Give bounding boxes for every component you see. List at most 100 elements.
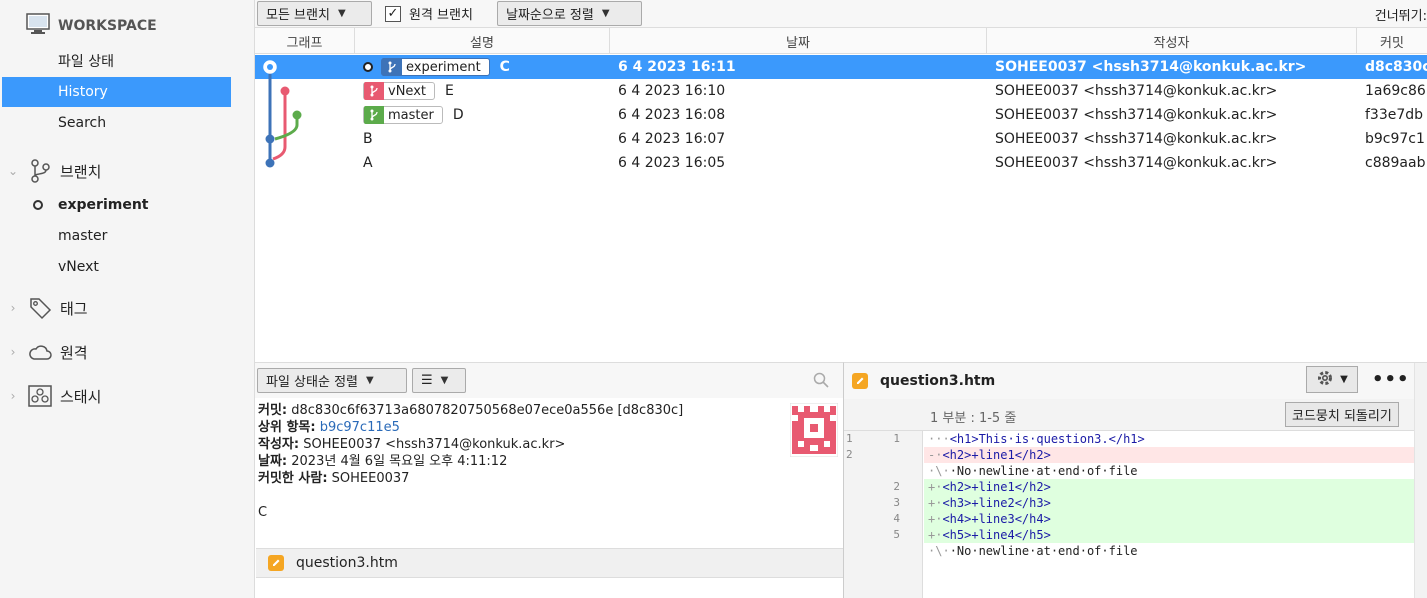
pencil-file-icon <box>268 555 284 571</box>
sidebar-item-file-status[interactable]: 파일 상태 <box>2 46 231 76</box>
date-cell: 6 4 2023 16:10 <box>618 83 726 99</box>
column-header-date[interactable]: 날짜 <box>610 28 987 54</box>
branch-tag-experiment[interactable]: experiment <box>381 58 490 76</box>
date-label: 날짜: <box>258 454 288 469</box>
sidebar-group-stash[interactable]: › 스태시 <box>0 381 250 411</box>
sidebar-group-tags[interactable]: › 태그 <box>0 293 250 323</box>
table-row[interactable]: B 6 4 2023 16:07 SOHEE0037 <hssh3714@kon… <box>255 127 1427 151</box>
date-cell: 6 4 2023 16:05 <box>618 155 726 171</box>
author-cell: SOHEE0037 <hssh3714@konkuk.ac.kr> <box>995 107 1278 123</box>
list-view-icon: ☰ <box>421 373 433 388</box>
parent-link[interactable]: b9c97c11e5 <box>320 420 400 435</box>
sort-order-label: 날짜순으로 정렬 <box>506 8 594 23</box>
sidebar-item-search[interactable]: Search <box>2 108 231 138</box>
sidebar-group-remotes[interactable]: › 원격 <box>0 337 250 367</box>
diff-prefix: +· <box>928 496 943 510</box>
branch-name: master <box>58 228 108 244</box>
new-line-number: 2 <box>893 480 900 493</box>
column-header-author[interactable]: 작성자 <box>987 28 1357 54</box>
chevron-right-icon: › <box>10 345 16 359</box>
stash-label: 스태시 <box>60 387 102 406</box>
diff-prefix: +· <box>928 480 943 494</box>
sort-order-dropdown[interactable]: 날짜순으로 정렬 ▼ <box>497 1 642 26</box>
sidebar-group-branches[interactable]: ⌄ 브랜치 <box>0 156 250 186</box>
remote-branch-toggle[interactable]: ✓ 원격 브랜치 <box>385 4 473 23</box>
diff-prefix: ··· <box>928 432 950 446</box>
table-row[interactable]: vNext E 6 4 2023 16:10 SOHEE0037 <hssh37… <box>255 79 1427 103</box>
date-cell: 6 4 2023 16:11 <box>618 59 736 75</box>
column-header-description[interactable]: 설명 <box>355 28 610 54</box>
commit-table-header: 그래프 설명 날짜 작성자 커밋 <box>255 28 1427 54</box>
parent-label: 상위 항목: <box>258 420 316 435</box>
commit-hash-cell: 1a69c86 <box>1365 83 1426 99</box>
branch-icon <box>364 82 384 100</box>
date-value: 2023년 4월 6일 목요일 오후 4:11:12 <box>291 454 508 469</box>
committer-label: 커밋한 사람: <box>258 471 328 486</box>
diff-line-added: 3 +·<h3>+line2</h3> <box>844 495 1414 511</box>
sidebar: WORKSPACE 파일 상태 History Search ⌄ 브랜치 exp… <box>0 0 255 598</box>
file-sort-dropdown[interactable]: 파일 상태순 정렬 ▼ <box>257 368 407 393</box>
author-cell: SOHEE0037 <hssh3714@konkuk.ac.kr> <box>995 83 1278 99</box>
workspace-header: WORKSPACE <box>26 12 157 40</box>
commit-id-value[interactable]: d8c830c6f63713a6807820750568e07ece0a556e… <box>291 403 683 418</box>
diff-scrollbar[interactable] <box>1414 363 1427 598</box>
diff-text: <h2>+line1</h2> <box>942 480 1051 494</box>
branch-tag-master[interactable]: master <box>363 106 443 124</box>
commit-id-label: 커밋: <box>258 403 288 418</box>
file-sort-label: 파일 상태순 정렬 <box>266 375 358 390</box>
diff-header: question3.htm ▼ ••• <box>844 363 1427 399</box>
remote-branch-checkbox[interactable]: ✓ <box>385 5 401 22</box>
branch-name: experiment <box>58 197 149 213</box>
commit-hash-cell: f33e7db <box>1365 107 1424 123</box>
commit-hash-cell: d8c830c <box>1365 59 1427 75</box>
description-cell: experiment C <box>363 55 603 79</box>
diff-options-button[interactable]: ▼ <box>1306 366 1358 393</box>
graph-node-e <box>280 86 290 96</box>
column-header-graph[interactable]: 그래프 <box>255 28 355 54</box>
branch-item-experiment[interactable]: experiment <box>0 190 250 220</box>
commit-message: C <box>499 59 510 75</box>
table-row[interactable]: A 6 4 2023 16:05 SOHEE0037 <hssh3714@kon… <box>255 151 1427 175</box>
diff-text: ·No·newline·at·end·of·file <box>949 464 1138 478</box>
committer-line: 커밋한 사람: SOHEE0037 <box>258 470 838 487</box>
sidebar-item-history[interactable]: History <box>2 77 231 107</box>
old-line-number: 1 <box>846 432 853 445</box>
revert-hunk-button[interactable]: 코드뭉치 되돌리기 <box>1285 402 1399 427</box>
author-cell: SOHEE0037 <hssh3714@konkuk.ac.kr> <box>995 155 1278 171</box>
branch-tag-label: experiment <box>406 59 481 75</box>
table-row[interactable]: experiment C 6 4 2023 16:11 SOHEE0037 <h… <box>255 55 1427 79</box>
diff-line-added: 5 +·<h5>+line4</h5> <box>844 527 1414 543</box>
more-options-button[interactable]: ••• <box>1372 369 1410 390</box>
column-header-commit[interactable]: 커밋 <box>1357 28 1427 54</box>
diff-code: +·<h5>+line4</h5> <box>924 527 1414 543</box>
branch-tag-vnext[interactable]: vNext <box>363 82 435 100</box>
author-cell: SOHEE0037 <hssh3714@konkuk.ac.kr> <box>995 131 1278 147</box>
search-icon[interactable] <box>813 372 829 392</box>
diff-line-added: 2 +·<h2>+line1</h2> <box>844 479 1414 495</box>
committer-value: SOHEE0037 <box>331 471 410 486</box>
commit-details: 커밋: d8c830c6f63713a6807820750568e07ece0a… <box>258 402 838 542</box>
pencil-file-icon <box>852 373 868 389</box>
branch-item-vnext[interactable]: vNext <box>0 252 250 282</box>
cloud-icon <box>28 340 52 364</box>
diff-pane: question3.htm ▼ ••• 1 부분 : 1-5 줄 코드뭉치 되돌… <box>843 362 1427 598</box>
diff-line-deleted: 2 -·<h2>+line1</h2> <box>844 447 1414 463</box>
table-row[interactable]: master D 6 4 2023 16:08 SOHEE0037 <hssh3… <box>255 103 1427 127</box>
diff-prefix: +· <box>928 512 943 526</box>
current-branch-icon <box>363 62 373 72</box>
author-line: 작성자: SOHEE0037 <hssh3714@konkuk.ac.kr> <box>258 436 838 453</box>
hunk-label: 1 부분 : 1-5 줄 <box>930 411 1017 426</box>
changed-file-row[interactable]: question3.htm <box>256 548 843 578</box>
diff-line-added: 4 +·<h4>+line3</h4> <box>844 511 1414 527</box>
chevron-down-icon: ▼ <box>440 375 449 386</box>
diff-line-note: ·\··No·newline·at·end·of·file <box>844 463 1414 479</box>
commit-message: D <box>452 107 464 123</box>
skip-label: 건너뛰기: <box>1374 9 1427 24</box>
tags-label: 태그 <box>60 299 88 318</box>
graph-node-c-inner <box>267 64 273 70</box>
branch-item-master[interactable]: master <box>0 221 250 251</box>
hunk-header: 1 부분 : 1-5 줄 코드뭉치 되돌리기 <box>844 399 1414 431</box>
branch-filter-dropdown[interactable]: 모든 브랜치 ▼ <box>257 1 372 26</box>
view-mode-dropdown[interactable]: ☰ ▼ <box>412 368 466 393</box>
avatar <box>790 403 838 457</box>
